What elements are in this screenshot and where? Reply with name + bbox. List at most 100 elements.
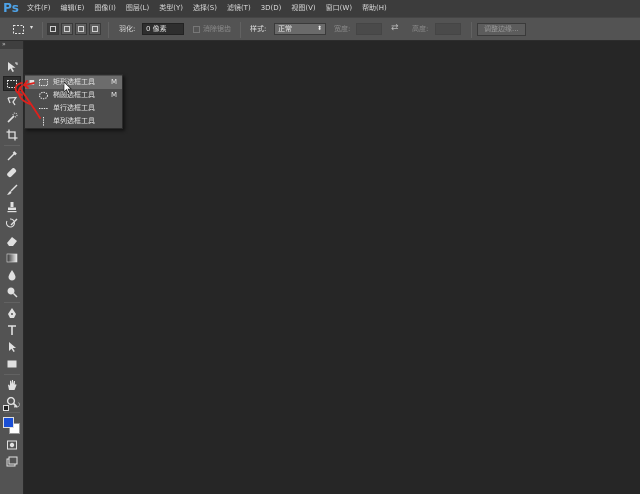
arrow-cursor-icon: [9, 341, 16, 352]
rect-marquee-icon: [7, 79, 17, 88]
rectangle-icon: [7, 360, 17, 367]
path-selection-tool[interactable]: [3, 339, 21, 354]
options-divider: [471, 22, 472, 38]
style-label: 样式:: [250, 25, 267, 33]
eraser-icon: [7, 236, 17, 246]
eyedropper-icon: [7, 150, 17, 160]
menu-select[interactable]: 选择(S): [188, 0, 222, 17]
intersect-selection-icon: [92, 26, 98, 32]
move-tool[interactable]: [3, 59, 21, 74]
new-selection-icon: [50, 26, 56, 32]
updown-arrows-icon: ⬍: [316, 25, 322, 32]
menu-3d[interactable]: 3D(D): [256, 0, 287, 17]
flyout-item-single-row-marquee[interactable]: 单行选框工具: [25, 102, 122, 115]
menu-type[interactable]: 类型(Y): [154, 0, 188, 17]
pen-tool[interactable]: [3, 305, 21, 320]
intersect-selection-button[interactable]: [89, 23, 101, 35]
add-to-selection-button[interactable]: [61, 23, 73, 35]
width-label: 宽度:: [334, 25, 351, 33]
options-divider: [240, 22, 241, 38]
hand-icon: [8, 379, 17, 390]
flyout-item-rect-marquee[interactable]: ■ 矩形选框工具 M: [25, 76, 122, 89]
marquee-tool-flyout: ■ 矩形选框工具 M 椭圆选框工具 M 单行选框工具 单列选框工具: [24, 74, 123, 129]
clone-stamp-tool[interactable]: [3, 199, 21, 214]
type-tool[interactable]: [3, 322, 21, 337]
quick-mask-icon: [7, 440, 17, 449]
tool-preset-picker[interactable]: ▾: [8, 22, 38, 37]
hand-tool[interactable]: [3, 377, 21, 392]
swap-colors-icon[interactable]: ⤾: [14, 402, 20, 411]
add-selection-icon: [64, 26, 70, 32]
dodge-tool[interactable]: [3, 284, 21, 299]
flyout-item-label: 矩形选框工具: [53, 78, 95, 86]
height-label: 高度:: [412, 25, 429, 33]
flyout-item-shortcut: M: [111, 78, 118, 86]
marquee-tool[interactable]: [3, 76, 21, 91]
bandage-icon: [7, 167, 17, 177]
foreground-color-swatch[interactable]: [3, 417, 14, 428]
flyout-item-label: 椭圆选框工具: [53, 91, 95, 99]
flyout-item-single-column-marquee[interactable]: 单列选框工具: [25, 115, 122, 128]
stamp-icon: [7, 201, 17, 212]
menu-bar: Ps 文件(F) 编辑(E) 图像(I) 图层(L) 类型(Y) 选择(S) 滤…: [0, 0, 640, 17]
selected-bullet-icon: ■: [29, 79, 35, 86]
crop-icon: [6, 129, 18, 140]
gradient-icon: [6, 253, 18, 262]
single-column-marquee-icon: [43, 117, 44, 126]
blur-tool[interactable]: [3, 267, 21, 282]
history-brush-tool[interactable]: [3, 216, 21, 231]
width-input[interactable]: [356, 23, 382, 35]
single-row-marquee-icon: [39, 108, 48, 109]
ellipse-marquee-icon: [39, 91, 48, 100]
healing-brush-tool[interactable]: [3, 165, 21, 180]
flyout-item-label: 单列选框工具: [53, 117, 95, 125]
gradient-tool[interactable]: [3, 250, 21, 265]
quick-selection-icon: [7, 112, 18, 123]
menu-view[interactable]: 视图(V): [286, 0, 320, 17]
brush-tool[interactable]: [3, 182, 21, 197]
menu-window[interactable]: 窗口(W): [321, 0, 357, 17]
tools-divider: [4, 374, 20, 375]
eyedropper-tool[interactable]: [3, 148, 21, 163]
eraser-tool[interactable]: [3, 233, 21, 248]
quick-mask-button[interactable]: [3, 437, 21, 452]
options-divider: [42, 22, 43, 38]
drop-icon: [8, 269, 16, 280]
style-select[interactable]: 正常 ⬍: [274, 23, 326, 35]
menu-help[interactable]: 帮助(H): [357, 0, 392, 17]
default-colors-icon[interactable]: [3, 405, 9, 411]
tools-panel-collapse[interactable]: »: [0, 41, 23, 49]
pen-icon: [8, 307, 16, 318]
crop-tool[interactable]: [3, 127, 21, 142]
tools-divider: [4, 412, 20, 413]
chevron-down-icon: ▾: [30, 24, 34, 31]
options-divider: [108, 22, 109, 38]
dodge-icon: [7, 287, 18, 297]
menu-file[interactable]: 文件(F): [22, 0, 56, 17]
new-selection-button[interactable]: [47, 23, 59, 35]
menu-filter[interactable]: 滤镜(T): [222, 0, 256, 17]
style-select-value: 正常: [278, 25, 292, 33]
options-bar: ▾ 羽化: 0 像素 消除锯齿 样式: 正常 ⬍ 宽度: ⇄ 高度: 调整边缘.…: [0, 17, 640, 41]
rectangle-tool[interactable]: [3, 356, 21, 371]
antialias-label: 消除锯齿: [203, 25, 231, 33]
move-icon: [8, 61, 18, 72]
flyout-item-label: 单行选框工具: [53, 104, 95, 112]
subtract-from-selection-button[interactable]: [75, 23, 87, 35]
height-input[interactable]: [435, 23, 461, 35]
screen-mode-button[interactable]: [3, 454, 21, 469]
lasso-tool[interactable]: [3, 93, 21, 108]
menu-layer[interactable]: 图层(L): [121, 0, 154, 17]
quick-selection-tool[interactable]: [3, 110, 21, 125]
rect-marquee-icon: [39, 79, 48, 86]
refine-edge-button[interactable]: 调整边缘...: [477, 23, 526, 36]
tools-divider: [4, 145, 20, 146]
swap-width-height-icon[interactable]: ⇄: [391, 24, 399, 33]
antialias-checkbox[interactable]: [193, 26, 200, 33]
menu-image[interactable]: 图像(I): [89, 0, 121, 17]
history-brush-icon: [6, 217, 18, 227]
flyout-item-shortcut: M: [111, 91, 118, 99]
feather-input[interactable]: 0 像素: [142, 23, 184, 35]
menu-edit[interactable]: 编辑(E): [56, 0, 90, 17]
flyout-item-ellipse-marquee[interactable]: 椭圆选框工具 M: [25, 89, 122, 102]
